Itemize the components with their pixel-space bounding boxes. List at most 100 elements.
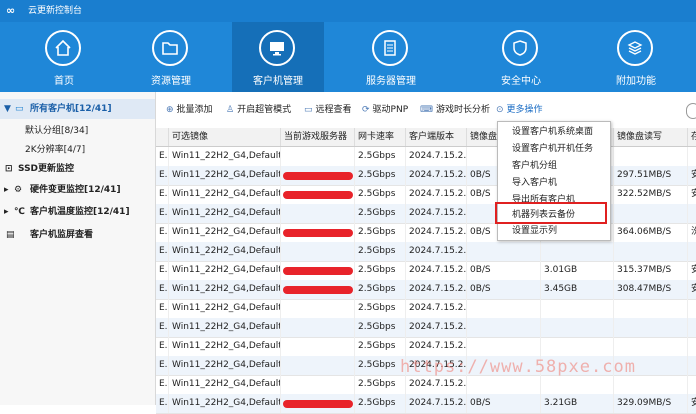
table-cell: [687, 204, 696, 223]
table-row[interactable]: E. Win11_22H2_G4,Default; 2.5Gbps 2024.7.15…: [156, 280, 696, 300]
table-cell: 2.5Gbps: [354, 318, 405, 337]
row-marker: E.: [159, 227, 168, 237]
game-time-button[interactable]: ⌨ 游戏时长分析: [420, 103, 490, 117]
app-logo-icon: ∞: [6, 4, 16, 17]
more-icon: ⊙: [496, 105, 504, 115]
table-cell: Win11_22H2_G4,Default;: [168, 375, 280, 394]
button-label: 驱动PNP: [372, 105, 409, 115]
table-cell: 2024.7.15.2...: [405, 337, 466, 356]
remote-icon: ▭: [304, 105, 313, 115]
sidebar-item-label: 客户机监屏查看: [30, 230, 94, 240]
table-cell: Win11_22H2_G4,Default;: [168, 166, 280, 185]
table-cell: 安: [687, 261, 696, 280]
nav-resources[interactable]: 资源管理: [125, 22, 217, 92]
table-cell: 0B/S: [466, 261, 540, 280]
menu-item-display-columns[interactable]: 设置显示列: [498, 223, 610, 240]
batch-add-button[interactable]: ⊕ 批量添加: [166, 103, 213, 117]
chevron-down-icon[interactable]: ▼: [4, 99, 11, 119]
table-row[interactable]: E. Win11_22H2_G4,Default; 2.5Gbps 2024.7.15…: [156, 223, 696, 243]
redaction-mark: [283, 172, 353, 180]
plus-circle-icon: ⊕: [166, 105, 174, 115]
table-cell: Win11_22H2_G4,Default;: [168, 242, 280, 261]
chevron-right-icon[interactable]: ▸: [4, 180, 9, 200]
column-header[interactable]: 存: [687, 128, 696, 146]
nav-label: 客户机管理: [253, 76, 303, 87]
sidebar-item-default-group[interactable]: 默认分组[8/34]: [0, 121, 155, 141]
table-cell: [466, 299, 540, 318]
table-cell: 2024.7.15.2...: [405, 394, 466, 413]
table-cell: 2024.7.15.2...: [405, 375, 466, 394]
table-cell: 2024.7.15.2...: [405, 185, 466, 204]
table-row[interactable]: E. Win11_22H2_G4,Default; 2.5Gbps 2024.7.15…: [156, 147, 696, 167]
table-cell: 308.47MB/S: [613, 280, 687, 299]
column-header[interactable]: 可选镜像: [168, 128, 280, 146]
driver-pnp-button[interactable]: ⟳ 驱动PNP: [362, 103, 408, 117]
table-cell: 364.06MB/S: [613, 223, 687, 242]
thermometer-icon: ℃: [14, 207, 25, 217]
sidebar-item-temperature[interactable]: ▸ ℃ 客户机温度监控[12/41]: [0, 202, 155, 222]
menu-item-import[interactable]: 导入客户机: [498, 175, 610, 192]
button-label: 开启超管模式: [237, 105, 292, 115]
sidebar-item-hardware[interactable]: ▸ ⚙ 硬件变更监控[12/41]: [0, 180, 155, 200]
table-cell: 2024.7.15.2...: [405, 242, 466, 261]
redaction-mark: [283, 229, 353, 237]
nav-security[interactable]: 安全中心: [475, 22, 567, 92]
row-marker: E.: [159, 170, 168, 180]
table-row[interactable]: E. Win11_22H2_G4,Default; 2.5Gbps 2024.7.15…: [156, 375, 696, 395]
sidebar-item-label: 2K分辨率[4/7]: [25, 145, 86, 155]
table-row[interactable]: E. Win11_22H2_G4,Default; 2.5Gbps 2024.7.15…: [156, 394, 696, 414]
column-header[interactable]: 网卡速率: [354, 128, 405, 146]
table-row[interactable]: E. Win11_22H2_G4,Default; 2.5Gbps 2024.7.15…: [156, 261, 696, 281]
refresh-icon: ⟳: [362, 105, 370, 115]
table-cell: [613, 147, 687, 166]
column-header[interactable]: 当前游戏服务器: [280, 128, 354, 146]
gear-icon: ⚙: [14, 185, 23, 195]
sidebar-item-screen-view[interactable]: ▤ 客户机监屏查看: [0, 225, 155, 245]
main-nav: 首页 资源管理 客户机管理 服务器管理 安全中心 附加功能: [0, 22, 696, 92]
nav-servers[interactable]: 服务器管理: [345, 22, 437, 92]
more-actions-button[interactable]: ⊙ 更多操作: [496, 103, 543, 117]
sidebar-item-label: 默认分组[8/34]: [25, 126, 89, 136]
nav-home[interactable]: 首页: [18, 22, 110, 92]
button-label: 游戏时长分析: [436, 105, 491, 115]
table-row[interactable]: E. Win11_22H2_G4,Default; 2.5Gbps 2024.7.15…: [156, 166, 696, 186]
table-cell: [540, 337, 613, 356]
sidebar-item-label: 客户机温度监控[12/41]: [30, 207, 130, 217]
remote-view-button[interactable]: ▭ 远程查看: [304, 103, 352, 117]
row-marker: E.: [159, 303, 168, 313]
folder-icon: [152, 30, 188, 66]
sidebar-item-all-clients[interactable]: ▼ ▭ 所有客户机[12/41]: [0, 99, 155, 119]
column-header[interactable]: 客户端版本: [405, 128, 466, 146]
table-cell: [466, 375, 540, 394]
table-cell: [613, 375, 687, 394]
table-cell: [280, 242, 354, 261]
sidebar-item-label: 硬件变更监控[12/41]: [30, 185, 121, 195]
menu-item-group[interactable]: 客户机分组: [498, 158, 610, 175]
table-cell: [687, 375, 696, 394]
table-cell: Win11_22H2_G4,Default;: [168, 299, 280, 318]
table-cell: 2.5Gbps: [354, 166, 405, 185]
table-row[interactable]: E. Win11_22H2_G4,Default; 2.5Gbps 2024.7.15…: [156, 299, 696, 319]
table-row[interactable]: E. Win11_22H2_G4,Default; 2.5Gbps 2024.7.15…: [156, 337, 696, 357]
menu-item-boot-task[interactable]: 设置客户机开机任务: [498, 141, 610, 158]
nav-clients[interactable]: 客户机管理: [232, 22, 324, 92]
column-header[interactable]: 镜像盘读写: [613, 128, 687, 146]
table-row[interactable]: E. Win11_22H2_G4,Default; 2.5Gbps 2024.7.15…: [156, 185, 696, 205]
super-mode-button[interactable]: ♙ 开启超管模式: [226, 103, 291, 117]
table-row[interactable]: E. Win11_22H2_G4,Default; 2.5Gbps 2024.7.15…: [156, 318, 696, 338]
sidebar-item-2k[interactable]: 2K分辨率[4/7]: [0, 140, 155, 160]
nav-plugins[interactable]: 附加功能: [590, 22, 682, 92]
chevron-right-icon[interactable]: ▸: [4, 202, 9, 222]
search-icon[interactable]: [686, 103, 696, 119]
sidebar-item-ssd[interactable]: ⊡ SSD更新监控: [0, 159, 155, 179]
table-row[interactable]: E. Win11_22H2_G4,Default; 2.5Gbps 2024.7.15…: [156, 242, 696, 262]
row-marker: E.: [159, 284, 168, 294]
menu-item-set-desktop[interactable]: 设置客户机系统桌面: [498, 124, 610, 141]
table-cell: [687, 318, 696, 337]
table-cell: [687, 356, 696, 375]
row-marker: E.: [159, 360, 168, 370]
monitor-icon: [259, 30, 295, 66]
nav-label: 首页: [54, 76, 74, 87]
table-cell: 2.5Gbps: [354, 223, 405, 242]
table-row[interactable]: E. Win11_22H2_G4,Default; 2.5Gbps 2024.7.15…: [156, 204, 696, 224]
